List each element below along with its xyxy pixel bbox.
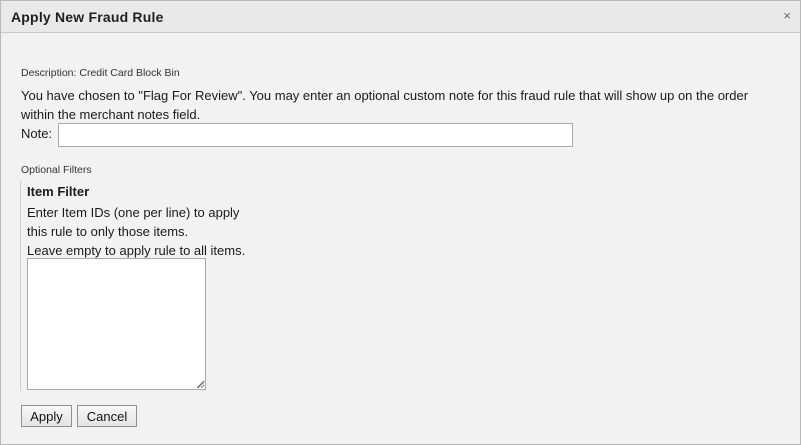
item-filter-description: Enter Item IDs (one per line) to apply t…: [27, 203, 267, 260]
dialog-title: Apply New Fraud Rule: [11, 9, 164, 25]
dialog-titlebar: Apply New Fraud Rule ×: [1, 1, 800, 33]
close-icon[interactable]: ×: [783, 9, 791, 22]
note-input[interactable]: [58, 123, 573, 147]
note-label: Note:: [21, 126, 53, 141]
filters-group-border: [20, 181, 23, 391]
item-filter-line-2: this rule to only those items.: [27, 224, 189, 239]
item-ids-textarea[interactable]: [27, 258, 206, 390]
fraud-rule-dialog: Apply New Fraud Rule × Description: Cred…: [0, 0, 801, 445]
apply-button[interactable]: Apply: [21, 405, 72, 427]
description-label: Description: Credit Card Block Bin: [21, 67, 180, 79]
item-filter-line-1: Enter Item IDs (one per line) to apply: [27, 205, 240, 220]
optional-filters-label: Optional Filters: [21, 164, 92, 176]
description-message: You have chosen to "Flag For Review". Yo…: [21, 88, 749, 122]
item-filter-title: Item Filter: [27, 184, 90, 199]
cancel-button[interactable]: Cancel: [77, 405, 137, 427]
